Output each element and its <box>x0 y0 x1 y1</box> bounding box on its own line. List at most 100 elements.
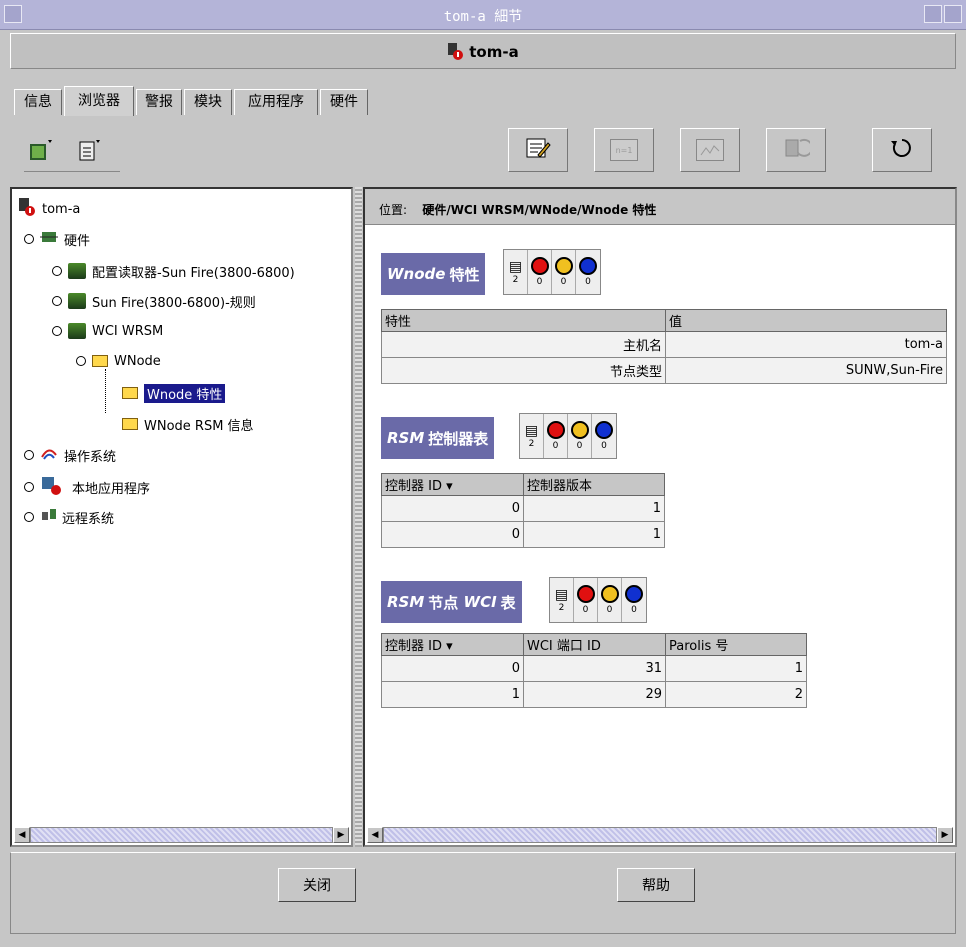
tree-node-wnode-rsm[interactable]: WNode RSM 信息 <box>122 414 254 434</box>
tree-node-root[interactable]: tom-a <box>18 197 80 221</box>
col-header[interactable]: 特性 <box>381 309 666 332</box>
details-icon[interactable] <box>76 138 102 168</box>
tab-applications[interactable]: 应用程序 <box>234 89 318 115</box>
expand-toggle-icon[interactable] <box>52 326 62 336</box>
os-icon <box>40 445 58 465</box>
status-critical[interactable]: 0 <box>574 578 598 622</box>
tab-alarms[interactable]: 警报 <box>136 89 182 115</box>
scroll-right-icon[interactable]: ▶ <box>333 827 349 843</box>
tree-node-rules[interactable]: Sun Fire(3800-6800)-规则 <box>52 291 256 311</box>
refresh-host-button[interactable] <box>766 128 826 172</box>
sort-desc-icon[interactable]: ▾ <box>446 639 453 654</box>
edit-button[interactable] <box>508 128 568 172</box>
scroll-left-icon[interactable]: ◀ <box>14 827 30 843</box>
status-warning[interactable]: 0 <box>598 578 622 622</box>
status-critical[interactable]: 0 <box>544 414 568 458</box>
status-warning[interactable]: 0 <box>568 414 592 458</box>
table-row[interactable]: 0 31 1 <box>381 655 807 682</box>
n-1-icon: n=1 <box>610 139 638 161</box>
col-header[interactable]: 控制器 ID ▾ <box>381 473 524 496</box>
rsm-wci-table: 控制器 ID ▾ WCI 端口 ID Parolis 号 0 31 1 1 29 2 <box>381 633 807 708</box>
minimize-icon[interactable] <box>924 5 942 23</box>
expand-toggle-icon[interactable] <box>76 356 86 366</box>
table-row[interactable]: 主机名 tom-a <box>381 331 947 358</box>
col-header[interactable]: 控制器版本 <box>523 473 665 496</box>
tab-hardware[interactable]: 硬件 <box>320 89 368 115</box>
scroll-left-icon[interactable]: ◀ <box>367 827 383 843</box>
col-header[interactable]: WCI 端口 ID <box>523 633 666 656</box>
status-total[interactable]: ▤ 2 <box>504 250 528 294</box>
table-row[interactable]: 1 29 2 <box>381 681 807 708</box>
status-list-icon: ▤ <box>524 423 539 439</box>
reload-icon <box>888 135 916 165</box>
module-icon <box>68 293 86 309</box>
critical-icon <box>546 421 565 439</box>
status-disabled[interactable]: 0 <box>592 414 616 458</box>
folder-icon <box>122 387 138 399</box>
split-divider[interactable] <box>355 187 362 847</box>
help-button[interactable]: 帮助 <box>617 868 695 902</box>
table-row[interactable]: 01 <box>381 495 665 522</box>
tree-panel[interactable]: tom-a 硬件 配置读取器-Sun Fire(3800-6800) Sun F… <box>10 187 353 847</box>
scroll-right-icon[interactable]: ▶ <box>937 827 953 843</box>
tree-node-hardware[interactable]: 硬件 <box>24 229 90 249</box>
tree-node-config-reader[interactable]: 配置读取器-Sun Fire(3800-6800) <box>52 261 295 281</box>
host-name: tom-a <box>469 43 519 61</box>
tree-node-os[interactable]: 操作系统 <box>24 445 116 465</box>
tree-node-local-apps[interactable]: 本地应用程序 <box>24 477 150 497</box>
view-toolbar <box>24 132 120 172</box>
tree-node-wci-wrsm[interactable]: WCI WRSM <box>52 321 163 341</box>
disabled-icon <box>625 585 643 603</box>
graph-button[interactable] <box>680 128 740 172</box>
status-summary[interactable]: ▤ 2 0 0 0 <box>549 577 647 623</box>
critical-icon <box>530 257 549 275</box>
host-view-icon[interactable] <box>28 138 54 168</box>
tab-modules[interactable]: 模块 <box>184 89 232 115</box>
refresh-host-icon <box>782 135 814 165</box>
host-icon <box>18 197 36 221</box>
tab-info[interactable]: 信息 <box>14 89 62 115</box>
warning-icon <box>600 585 619 603</box>
status-total[interactable]: ▤ 2 <box>520 414 544 458</box>
expand-toggle-icon[interactable] <box>24 512 34 522</box>
scroll-track[interactable] <box>383 827 937 843</box>
status-summary[interactable]: ▤ 2 0 0 0 <box>519 413 617 459</box>
status-critical[interactable]: 0 <box>528 250 552 294</box>
sort-desc-icon[interactable]: ▾ <box>446 479 453 494</box>
close-button[interactable]: 关闭 <box>278 868 356 902</box>
warning-icon <box>554 257 573 275</box>
maximize-icon[interactable] <box>944 5 962 23</box>
local-apps-icon <box>40 475 62 499</box>
warning-icon <box>570 421 589 439</box>
status-warning[interactable]: 0 <box>552 250 576 294</box>
status-total[interactable]: ▤ 2 <box>550 578 574 622</box>
table-row[interactable]: 01 <box>381 521 665 548</box>
table-row[interactable]: 节点类型 SUNW,Sun-Fire <box>381 357 947 384</box>
status-disabled[interactable]: 0 <box>576 250 600 294</box>
expand-toggle-icon[interactable] <box>52 296 62 306</box>
rsm-controller-table: 控制器 ID ▾ 控制器版本 01 01 <box>381 473 665 548</box>
col-header[interactable]: 值 <box>665 309 947 332</box>
critical-icon <box>576 585 595 603</box>
details-horizontal-scrollbar[interactable]: ◀ ▶ <box>367 827 953 843</box>
tab-browser[interactable]: 浏览器 <box>64 86 134 116</box>
expand-toggle-icon[interactable] <box>24 234 34 244</box>
edit-icon <box>524 135 552 165</box>
tree-node-wnode[interactable]: WNode <box>76 351 161 371</box>
col-header[interactable]: Parolis 号 <box>665 633 807 656</box>
status-list-icon: ▤ <box>508 259 523 275</box>
tree-node-wnode-properties[interactable]: Wnode 特性 <box>122 383 226 403</box>
tree-horizontal-scrollbar[interactable]: ◀ ▶ <box>14 827 349 843</box>
status-disabled[interactable]: 0 <box>622 578 646 622</box>
details-panel: 位置: 硬件/WCI WRSM/WNode/Wnode 特性 Wnode 特性 ▤… <box>363 187 957 847</box>
host-header: tom-a <box>10 33 956 69</box>
status-summary[interactable]: ▤ 2 0 0 0 <box>503 249 601 295</box>
n-minus-1-button[interactable]: n=1 <box>594 128 654 172</box>
expand-toggle-icon[interactable] <box>24 450 34 460</box>
expand-toggle-icon[interactable] <box>24 482 34 492</box>
tree-node-remote-systems[interactable]: 远程系统 <box>24 507 114 527</box>
scroll-track[interactable] <box>30 827 333 843</box>
col-header[interactable]: 控制器 ID ▾ <box>381 633 524 656</box>
reload-button[interactable] <box>872 128 932 172</box>
expand-toggle-icon[interactable] <box>52 266 62 276</box>
